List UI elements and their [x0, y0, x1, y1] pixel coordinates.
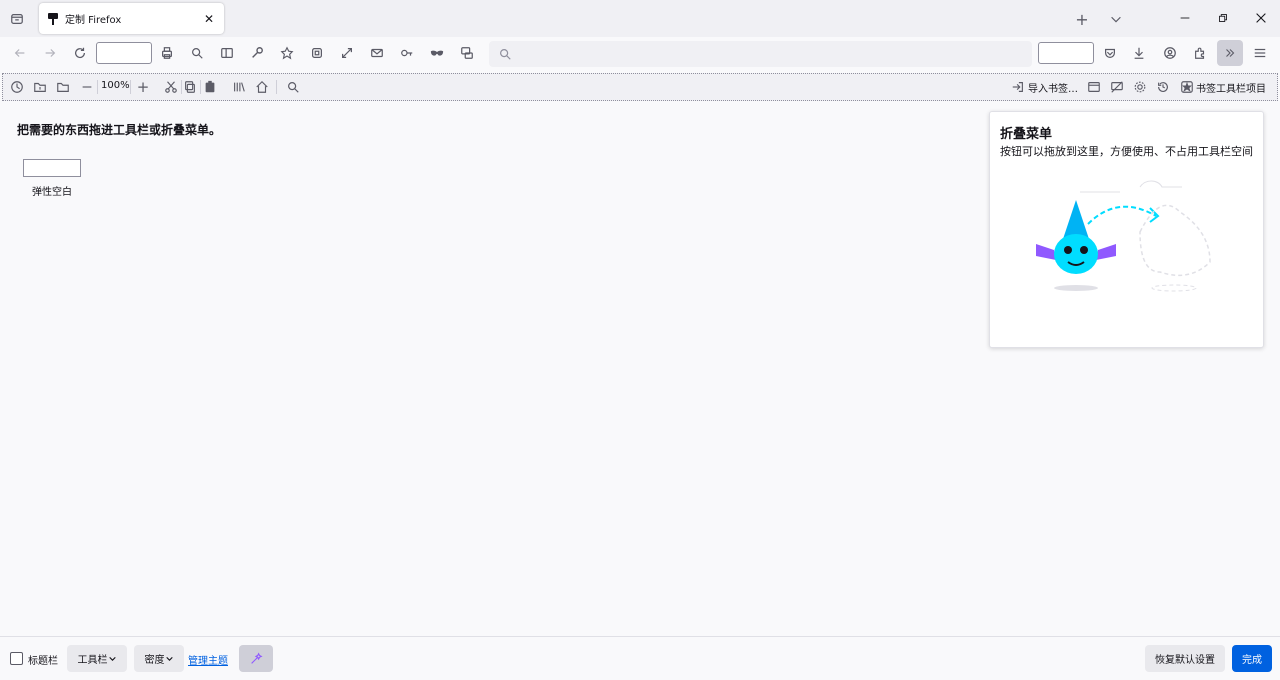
recently-closed-icon[interactable]	[1151, 75, 1175, 99]
open-file-icon[interactable]	[28, 75, 52, 99]
print-icon[interactable]	[155, 41, 179, 65]
overflow-panel: 折叠菜单 按钮可以拖放到这里，方便使用、不占用工具栏空间	[989, 111, 1264, 348]
pocket-icon[interactable]	[1098, 41, 1122, 65]
list-tabs-icon[interactable]	[1104, 7, 1128, 31]
private-window-mask-icon[interactable]	[425, 41, 449, 65]
home-icon[interactable]	[250, 75, 274, 99]
sidebar-icon[interactable]	[215, 41, 239, 65]
history-icon[interactable]	[5, 75, 29, 99]
zoom-level[interactable]: 100%	[101, 80, 130, 91]
flexible-space-label: 弹性空白	[32, 187, 72, 198]
extensions-puzzle-icon[interactable]	[1188, 41, 1212, 65]
overflow-panel-description: 按钮可以拖放到这里，方便使用、不占用工具栏空间	[1000, 145, 1253, 158]
minimize-icon[interactable]	[1173, 6, 1197, 30]
save-page-icon[interactable]	[51, 75, 75, 99]
bookmarks-star-icon[interactable]	[275, 41, 299, 65]
density-dropdown[interactable]: 密度	[134, 645, 184, 672]
back-icon[interactable]	[8, 41, 32, 65]
new-tab-icon[interactable]: +	[1070, 7, 1094, 31]
double-chevron-icon	[1226, 49, 1235, 57]
flexible-space-item[interactable]	[23, 159, 81, 177]
done-button[interactable]: 完成	[1232, 645, 1272, 672]
email-link-icon[interactable]	[365, 41, 389, 65]
overflow-panel-title: 折叠菜单	[1000, 127, 1053, 142]
forward-icon[interactable]	[38, 41, 62, 65]
flexible-space-placeholder[interactable]	[96, 42, 152, 64]
hamburger-menu-icon[interactable]	[1248, 41, 1272, 65]
paste-icon[interactable]	[198, 75, 222, 99]
synced-tabs-icon[interactable]	[455, 41, 479, 65]
title-bar-checkbox[interactable]	[10, 652, 23, 665]
import-bookmarks-label[interactable]: 导入书签…	[1028, 80, 1078, 95]
close-window-icon[interactable]	[1249, 6, 1273, 30]
url-bar[interactable]	[489, 41, 1032, 67]
paintbrush-icon	[48, 12, 58, 25]
tab-customize[interactable]: 定制 Firefox ✕	[39, 3, 224, 34]
search-icon[interactable]	[281, 75, 305, 99]
manage-themes-link[interactable]: 管理主题	[188, 652, 228, 667]
tab-title: 定制 Firefox	[65, 15, 122, 26]
find-icon[interactable]	[185, 41, 209, 65]
overflow-dragon-illustration	[1036, 180, 1211, 292]
title-bar-label: 标题栏	[28, 656, 58, 667]
bookmarks-toolbar-items-label[interactable]: 书签工具栏项目	[1196, 80, 1266, 95]
chevron-down-icon	[165, 656, 173, 661]
screenshot-icon[interactable]	[305, 41, 329, 65]
fullscreen-icon[interactable]	[335, 41, 359, 65]
library-icon[interactable]	[227, 75, 251, 99]
reload-icon[interactable]	[68, 41, 92, 65]
urlbar-search-icon	[493, 42, 517, 66]
touch-mode-button[interactable]	[239, 645, 273, 672]
separator	[97, 80, 98, 94]
restore-defaults-button[interactable]: 恢复默认设置	[1145, 645, 1225, 672]
palette-hint: 把需要的东西拖进工具栏或折叠菜单。	[17, 123, 222, 137]
account-icon[interactable]	[1158, 41, 1182, 65]
overflow-menu-button[interactable]	[1217, 40, 1243, 66]
sparkle-brush-icon	[251, 651, 263, 664]
developer-tools-icon[interactable]	[245, 41, 269, 65]
settings-gear-icon[interactable]	[1128, 75, 1152, 99]
toolbars-dropdown[interactable]: 工具栏	[67, 645, 127, 672]
tab-window-icon[interactable]	[1082, 75, 1106, 99]
close-tab-icon[interactable]: ✕	[200, 10, 218, 28]
passwords-key-icon[interactable]	[395, 41, 419, 65]
chevron-down-icon	[108, 656, 116, 661]
restore-window-icon[interactable]	[1211, 6, 1235, 30]
density-label: 密度	[144, 655, 165, 666]
zoom-in-icon[interactable]: +	[131, 75, 155, 99]
separator	[276, 80, 277, 94]
firefox-view-icon[interactable]	[5, 7, 29, 31]
zoom-out-icon[interactable]	[75, 75, 99, 99]
import-bookmarks-icon[interactable]	[1006, 75, 1030, 99]
flexible-space-placeholder-right[interactable]	[1038, 42, 1094, 64]
toolbars-label: 工具栏	[77, 655, 108, 666]
downloads-icon[interactable]	[1127, 41, 1151, 65]
mute-tracking-icon[interactable]	[1105, 75, 1129, 99]
